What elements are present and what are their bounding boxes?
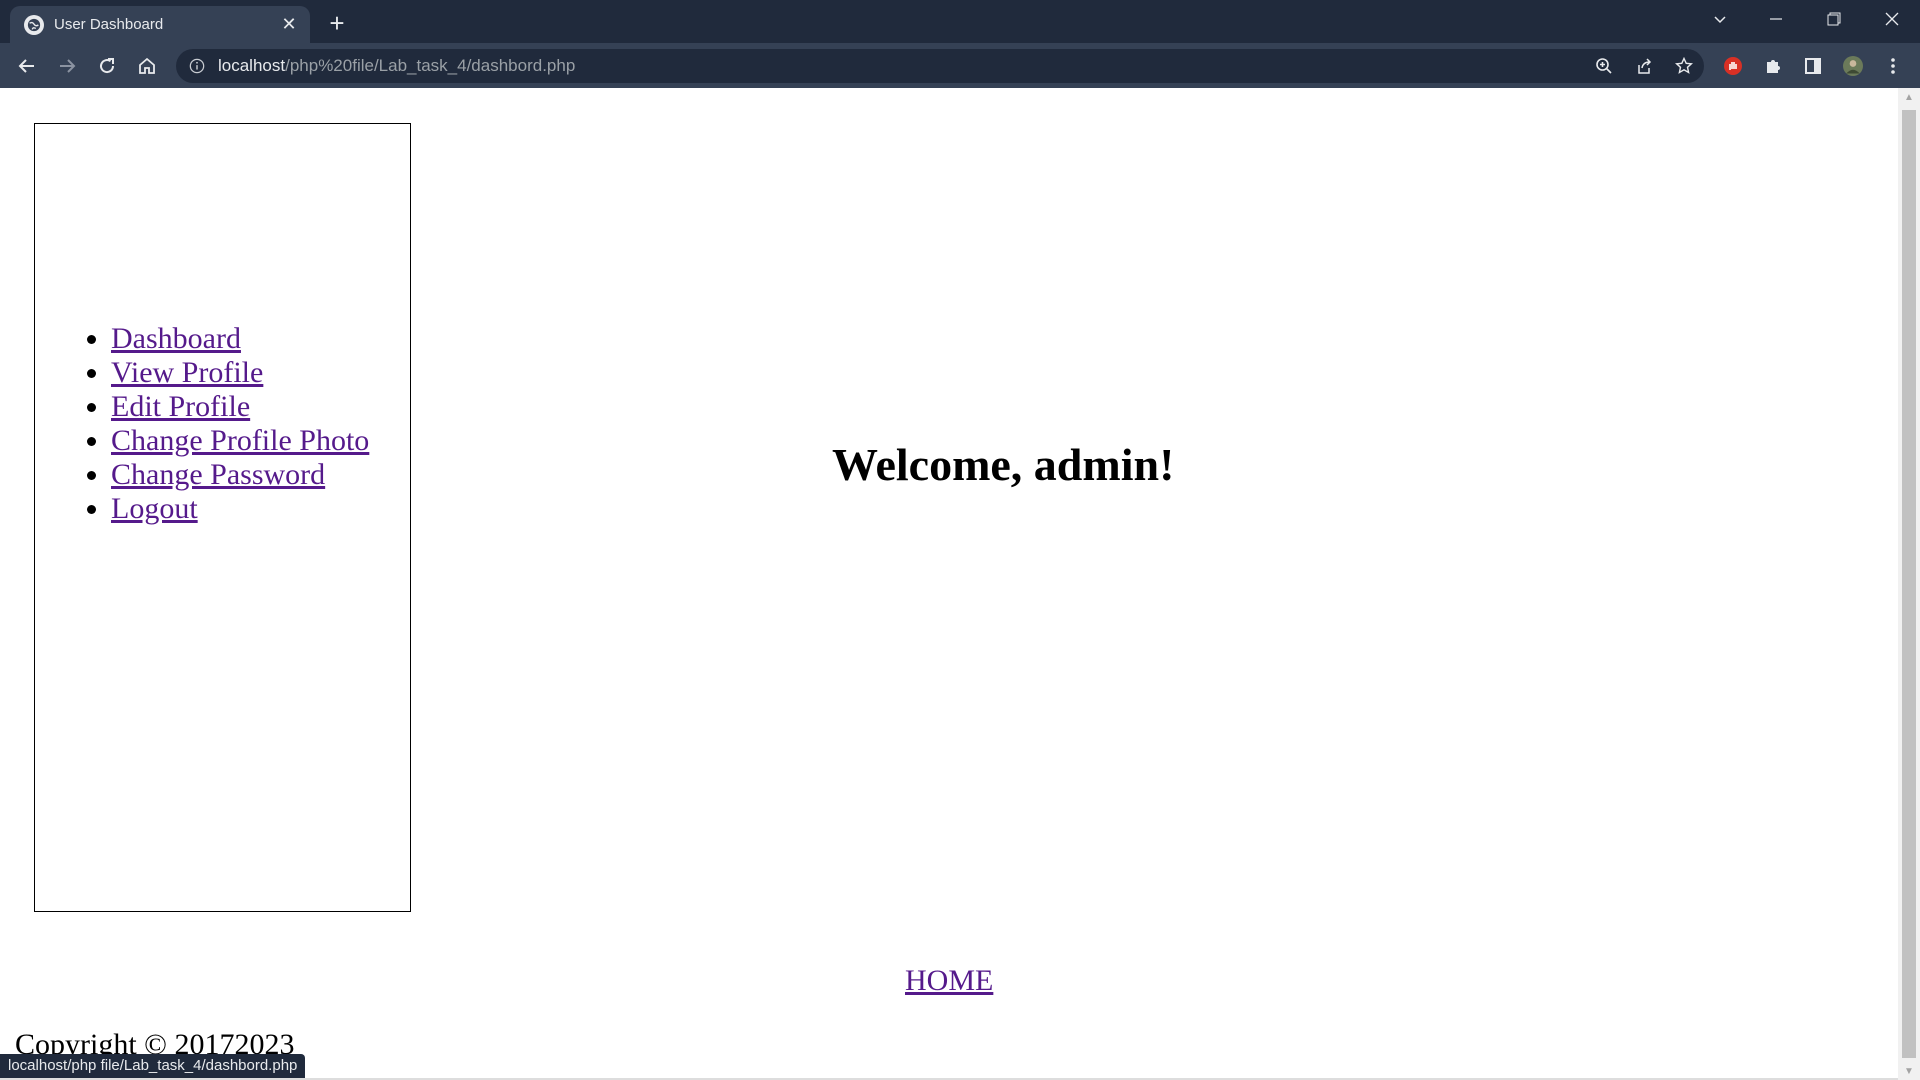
address-bar[interactable]: localhost /php%20file/Lab_task_4/dashbor… xyxy=(176,49,1704,83)
change-profile-photo-link[interactable]: Change Profile Photo xyxy=(111,424,369,457)
dashboard-link[interactable]: Dashboard xyxy=(111,322,241,355)
nav-item-edit-profile: Edit Profile xyxy=(111,390,369,424)
kebab-menu-icon[interactable] xyxy=(1876,49,1910,83)
back-arrow-icon[interactable] xyxy=(10,49,44,83)
tab-title: User Dashboard xyxy=(54,16,164,33)
info-icon[interactable] xyxy=(188,57,206,75)
vertical-scrollbar[interactable]: ▲ ▼ xyxy=(1898,88,1920,1080)
nav-item-dashboard: Dashboard xyxy=(111,322,369,356)
puzzle-icon[interactable] xyxy=(1756,49,1790,83)
tab-search-icon[interactable] xyxy=(1692,0,1748,38)
reload-icon[interactable] xyxy=(90,49,124,83)
side-panel-icon[interactable] xyxy=(1796,49,1830,83)
nav-item-logout: Logout xyxy=(111,492,369,526)
close-icon[interactable]: ✕ xyxy=(276,12,302,38)
browser-toolbar: localhost /php%20file/Lab_task_4/dashbor… xyxy=(0,43,1920,88)
view-profile-link[interactable]: View Profile xyxy=(111,356,263,389)
url-host: localhost xyxy=(218,56,286,75)
scroll-up-icon[interactable]: ▲ xyxy=(1898,88,1920,106)
status-url-bubble: localhost/php file/Lab_task_4/dashbord.p… xyxy=(0,1054,306,1078)
change-password-link[interactable]: Change Password xyxy=(111,458,325,491)
welcome-heading: Welcome, admin! xyxy=(832,439,1175,490)
forward-arrow-icon[interactable] xyxy=(50,49,84,83)
restore-icon[interactable] xyxy=(1806,0,1862,38)
minimize-icon[interactable] xyxy=(1748,0,1804,38)
home-icon[interactable] xyxy=(130,49,164,83)
nav-item-change-profile-photo: Change Profile Photo xyxy=(111,424,369,458)
zoom-icon[interactable] xyxy=(1584,49,1624,83)
share-icon[interactable] xyxy=(1624,49,1664,83)
home-link[interactable]: HOME xyxy=(905,964,993,998)
nav-item-view-profile: View Profile xyxy=(111,356,369,390)
nav-list: Dashboard View Profile Edit Profile Chan… xyxy=(35,322,369,526)
scroll-thumb[interactable] xyxy=(1902,110,1916,1058)
star-icon[interactable] xyxy=(1664,49,1704,83)
sidebar: Dashboard View Profile Edit Profile Chan… xyxy=(34,123,411,912)
tab-strip: User Dashboard ✕ + xyxy=(0,0,1920,43)
scroll-down-icon[interactable]: ▼ xyxy=(1898,1062,1920,1080)
page-viewport: Dashboard View Profile Edit Profile Chan… xyxy=(0,88,1898,1080)
nav-item-change-password: Change Password xyxy=(111,458,369,492)
avatar[interactable] xyxy=(1836,49,1870,83)
url-path: /php%20file/Lab_task_4/dashbord.php xyxy=(285,56,576,75)
edit-profile-link[interactable]: Edit Profile xyxy=(111,390,250,423)
close-window-icon[interactable] xyxy=(1864,0,1920,38)
red-hand-extension-icon[interactable] xyxy=(1716,49,1750,83)
globe-icon xyxy=(24,14,44,35)
new-tab-button[interactable]: + xyxy=(322,8,352,38)
browser-tab[interactable]: User Dashboard ✕ xyxy=(10,6,310,43)
logout-link[interactable]: Logout xyxy=(111,492,198,525)
